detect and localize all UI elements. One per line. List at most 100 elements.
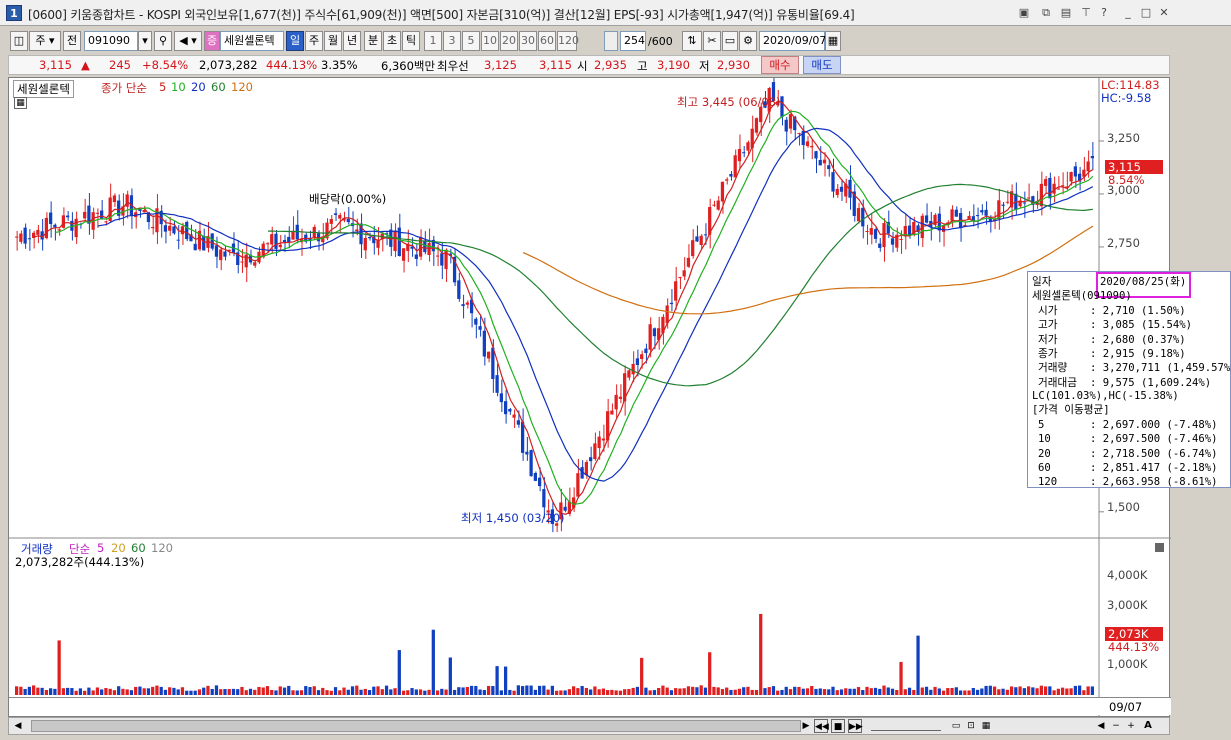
interval-custom[interactable] bbox=[604, 31, 618, 51]
ma-legend-120: 120 bbox=[231, 80, 253, 94]
title-bar: 1 [0600] 키움종합차트 - KOSPI 외국인보유[1,677(천)] … bbox=[0, 0, 1231, 26]
interval-20[interactable]: 20 bbox=[500, 31, 518, 51]
zoom-slider[interactable] bbox=[871, 721, 941, 731]
volume-bar bbox=[780, 689, 784, 695]
volume-pct-tag: 444.13% bbox=[1108, 640, 1160, 654]
help-icon[interactable]: ? bbox=[1096, 5, 1112, 21]
zoom-window-icon[interactable]: ⊡ bbox=[964, 719, 978, 733]
period-month[interactable]: 월 bbox=[324, 31, 342, 51]
scroll-prev-icon[interactable]: ◀ bbox=[1094, 719, 1108, 733]
period-day[interactable]: 일 bbox=[286, 31, 304, 51]
interval-60[interactable]: 60 bbox=[538, 31, 556, 51]
pin-icon[interactable]: ⊤ bbox=[1078, 5, 1094, 21]
window-list-icon[interactable]: ▣ bbox=[1016, 5, 1032, 21]
interval-10[interactable]: 10 bbox=[481, 31, 499, 51]
moving-average-line bbox=[97, 127, 1094, 482]
chart-area[interactable]: 2019/081011122020/010203040506070809 세원셀… bbox=[8, 77, 1171, 718]
volume-bar bbox=[695, 687, 699, 695]
candle-body bbox=[112, 195, 117, 203]
candle-body bbox=[635, 358, 640, 365]
candle-body bbox=[414, 254, 418, 259]
first-icon[interactable]: ◀◀ bbox=[814, 719, 829, 733]
candle-body bbox=[682, 270, 686, 277]
prev-button[interactable]: 전 bbox=[63, 31, 81, 51]
candle-body bbox=[74, 218, 78, 238]
scroll-left-icon[interactable]: ◀ bbox=[11, 719, 25, 733]
volume-bar bbox=[261, 687, 265, 695]
stock-legend[interactable]: 세원셀론텍 bbox=[13, 80, 74, 98]
layout-icon[interactable]: ◫ bbox=[10, 31, 28, 51]
fit-icon[interactable]: ▭ bbox=[949, 719, 963, 733]
tick-3250: 3,250 bbox=[1107, 131, 1140, 145]
candle-body bbox=[899, 238, 903, 240]
volume: 2,073,282 bbox=[199, 58, 258, 72]
volume-bar bbox=[40, 687, 44, 695]
tools-icon[interactable]: ✂ bbox=[703, 31, 721, 51]
candle-body bbox=[1048, 177, 1052, 199]
sell-button[interactable]: 매도 bbox=[803, 56, 841, 74]
settings-icon[interactable]: ⚙ bbox=[739, 31, 757, 51]
scroll-thumb[interactable] bbox=[31, 720, 801, 732]
speaker-icon[interactable]: ◀ ▾ bbox=[174, 31, 202, 51]
volume-bar bbox=[839, 689, 844, 695]
code-input[interactable]: 091090 bbox=[84, 31, 138, 51]
volume-bar bbox=[444, 689, 448, 695]
candle-body bbox=[495, 375, 499, 393]
candle-body bbox=[57, 229, 61, 231]
interval-120[interactable]: 120 bbox=[557, 31, 579, 51]
minimize-icon[interactable]: _ bbox=[1120, 5, 1136, 21]
calendar-icon[interactable]: ▦ bbox=[825, 31, 841, 51]
volume-bar bbox=[742, 687, 746, 695]
indicator-icon[interactable]: ⇅ bbox=[682, 31, 702, 51]
stop-icon[interactable]: ■ bbox=[831, 719, 845, 733]
volume-bar bbox=[686, 686, 691, 695]
volume-bar bbox=[91, 690, 95, 695]
period-tick[interactable]: 틱 bbox=[402, 31, 420, 51]
link-icon[interactable]: ▤ bbox=[1058, 5, 1074, 21]
period-second[interactable]: 초 bbox=[383, 31, 401, 51]
period-minute[interactable]: 분 bbox=[364, 31, 382, 51]
candle-body bbox=[44, 217, 49, 239]
volume-bar bbox=[924, 686, 929, 695]
volume-bar bbox=[299, 690, 304, 695]
volume-bar bbox=[699, 685, 703, 695]
count-input[interactable]: 254 bbox=[620, 31, 646, 51]
date-input[interactable]: 2020/09/07 bbox=[759, 31, 826, 51]
candle-body bbox=[669, 302, 674, 305]
period-week[interactable]: 주 bbox=[305, 31, 323, 51]
tip-row-value: : 9,575 (1,609.24%) bbox=[1090, 376, 1212, 389]
duplicate-icon[interactable]: ⧉ bbox=[1038, 5, 1054, 21]
candle-body bbox=[686, 257, 691, 267]
current-price-tag: 3,115 bbox=[1105, 160, 1163, 174]
grid-toggle-icon[interactable]: ▦ bbox=[14, 97, 27, 109]
interval-3[interactable]: 3 bbox=[443, 31, 461, 51]
maximize-icon[interactable]: □ bbox=[1138, 5, 1154, 21]
interval-1[interactable]: 1 bbox=[424, 31, 442, 51]
zoom-in-icon[interactable]: + bbox=[1124, 719, 1138, 733]
auto-scale-icon[interactable]: A bbox=[1141, 719, 1155, 733]
hc-value: HC:-9.58 bbox=[1101, 91, 1152, 105]
volume-bar bbox=[950, 687, 954, 695]
candle-body bbox=[240, 261, 244, 263]
volume-bar bbox=[486, 685, 491, 695]
buy-button[interactable]: 매수 bbox=[761, 56, 799, 74]
volume-bar bbox=[831, 686, 835, 695]
volume-bar bbox=[355, 685, 359, 695]
zoom-out-icon[interactable]: − bbox=[1109, 719, 1123, 733]
period-year[interactable]: 년 bbox=[343, 31, 361, 51]
close-icon[interactable]: ✕ bbox=[1156, 5, 1172, 21]
volume-panel-close-icon[interactable] bbox=[1155, 543, 1164, 552]
grid-icon[interactable]: ▦ bbox=[979, 719, 993, 733]
chart-scrollbar[interactable]: ◀ ▶ ◀◀ ■ ▶▶ ▭ ⊡ ▦ ◀ − + A bbox=[8, 717, 1170, 735]
save-icon[interactable]: ▭ bbox=[722, 31, 738, 51]
search-icon[interactable]: ⚲ bbox=[154, 31, 172, 51]
scroll-right-icon[interactable]: ▶ bbox=[799, 719, 813, 733]
type-select[interactable]: 주 ▾ bbox=[29, 31, 61, 51]
interval-5[interactable]: 5 bbox=[462, 31, 480, 51]
price-change-pct: +8.54% bbox=[142, 58, 189, 72]
code-dropdown-icon[interactable]: ▾ bbox=[138, 31, 152, 51]
volume-bar bbox=[610, 689, 614, 695]
interval-30[interactable]: 30 bbox=[519, 31, 537, 51]
volume-bar bbox=[708, 652, 712, 695]
last-icon[interactable]: ▶▶ bbox=[848, 719, 863, 733]
